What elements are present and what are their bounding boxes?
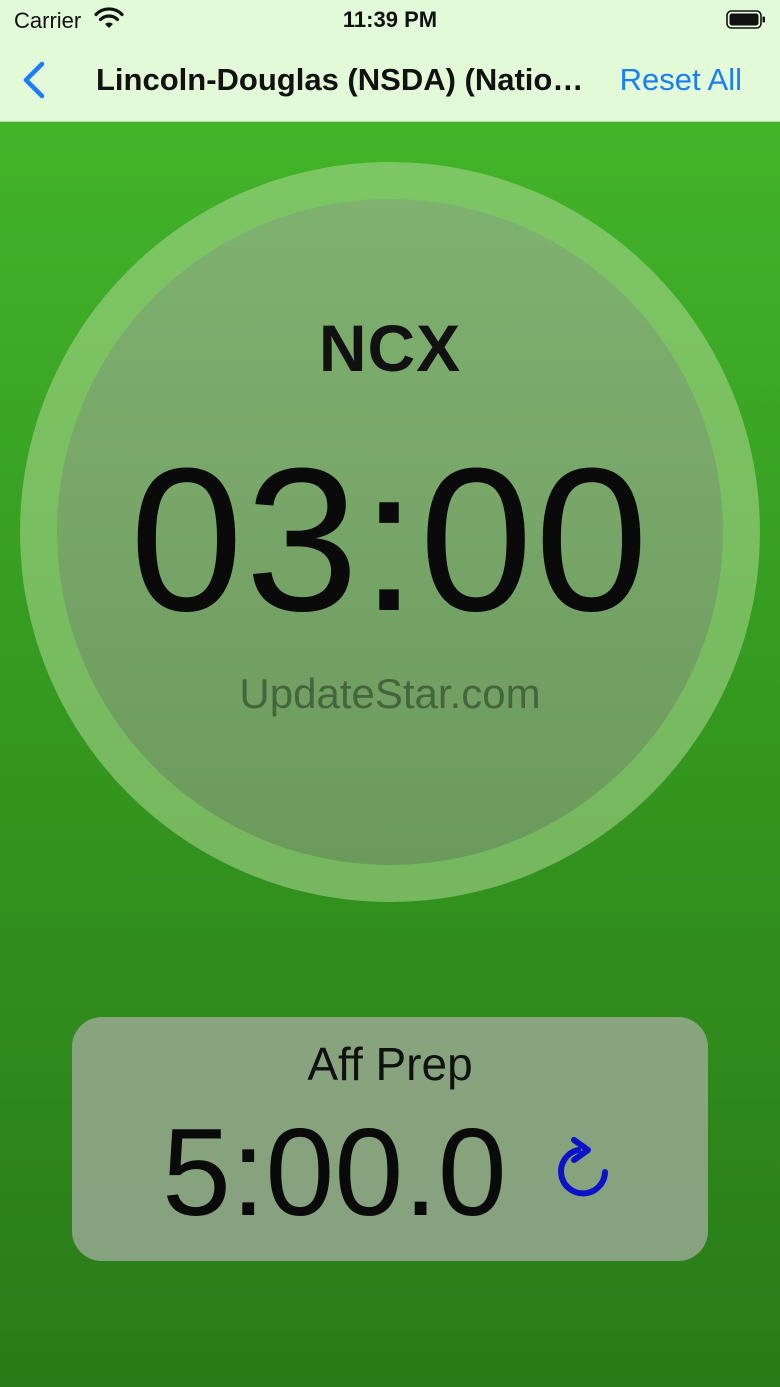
speech-time-display: 03:00 [129, 426, 651, 654]
main-timer-ring[interactable]: NCX 03:00 UpdateStar.com [20, 162, 760, 902]
prep-timer-label: Aff Prep [307, 1038, 473, 1090]
prep-time-display: 5:00.0 [162, 1104, 507, 1242]
prep-timer-card[interactable]: Aff Prep 5:00.0 [72, 1017, 708, 1261]
top-bar: Carrier 11:39 PM Lincoln-Douglas (NSDA) … [0, 0, 780, 122]
reset-all-button[interactable]: Reset All [620, 62, 742, 98]
speech-name: NCX [318, 311, 462, 385]
rotate-clockwise-icon[interactable] [552, 1137, 618, 1203]
chevron-left-icon[interactable] [16, 56, 56, 104]
page-title: Lincoln-Douglas (NSDA) (Natio… [96, 62, 584, 97]
timer-screen: NCX 03:00 UpdateStar.com Aff Prep 5:00.0 [0, 122, 780, 1387]
battery-icon [726, 10, 765, 29]
status-time: 11:39 PM [342, 7, 438, 32]
status-bar: Carrier 11:39 PM [0, 0, 780, 40]
watermark-text: UpdateStar.com [239, 670, 541, 717]
navigation-bar: Lincoln-Douglas (NSDA) (Natio… Reset All [0, 42, 780, 120]
